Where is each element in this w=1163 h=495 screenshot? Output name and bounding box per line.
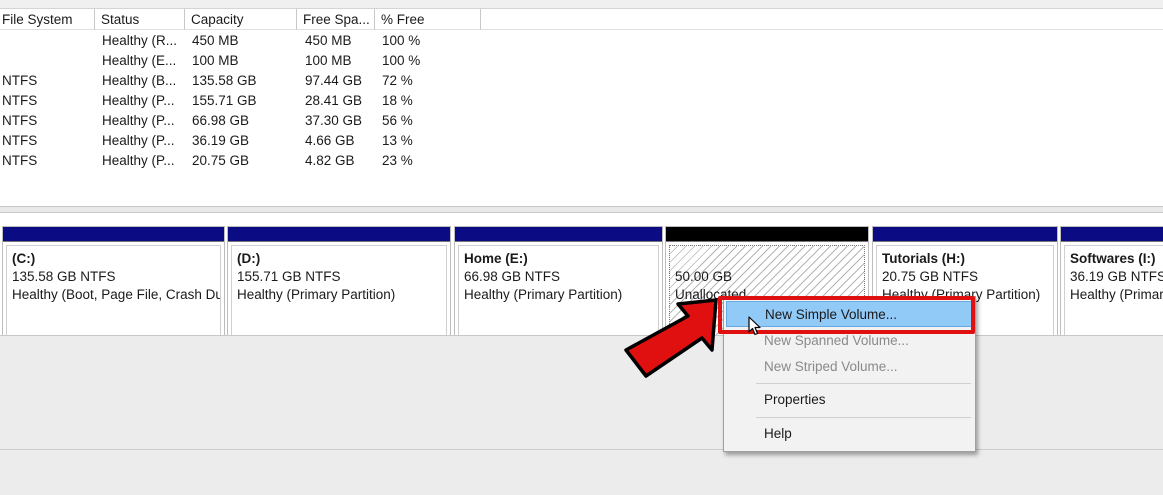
partition-name: (C:) <box>12 251 36 266</box>
cell-status: Healthy (P... <box>102 93 175 108</box>
column-header-status[interactable]: Status <box>95 9 185 30</box>
table-row[interactable]: NTFS Healthy (P... 36.19 GB 4.66 GB 13 % <box>0 131 1163 151</box>
volume-list-header: File System Status Capacity Free Spa... … <box>0 9 1163 30</box>
partition-c[interactable]: (C:) 135.58 GB NTFS Healthy (Boot, Page … <box>2 226 225 340</box>
cell-capacity: 155.71 GB <box>192 93 257 108</box>
cell-file-system: NTFS <box>2 133 38 148</box>
partition-size: 155.71 GB NTFS <box>237 269 341 284</box>
table-row[interactable]: NTFS Healthy (P... 155.71 GB 28.41 GB 18… <box>0 91 1163 111</box>
cell-percent-free: 72 % <box>382 73 413 88</box>
cell-capacity: 66.98 GB <box>192 113 250 128</box>
partition-status: Healthy (Primary Partition) <box>237 287 396 302</box>
cell-free-space: 100 MB <box>305 53 352 68</box>
partition-name: Tutorials (H:) <box>882 251 965 266</box>
unallocated-bar <box>666 227 868 242</box>
cell-free-space: 450 MB <box>305 33 352 48</box>
list-top-strip <box>0 0 1163 9</box>
partition-name: Home (E:) <box>464 251 528 266</box>
cell-capacity: 100 MB <box>192 53 239 68</box>
disk-graphical-view: (C:) 135.58 GB NTFS Healthy (Boot, Page … <box>0 213 1163 340</box>
cell-status: Healthy (E... <box>102 53 177 68</box>
cell-file-system: NTFS <box>2 73 38 88</box>
divider <box>0 449 1163 450</box>
table-row[interactable]: NTFS Healthy (P... 20.75 GB 4.82 GB 23 % <box>0 151 1163 171</box>
cell-status: Healthy (P... <box>102 113 175 128</box>
cell-capacity: 36.19 GB <box>192 133 250 148</box>
cell-percent-free: 23 % <box>382 153 413 168</box>
cell-percent-free: 100 % <box>382 53 421 68</box>
table-row[interactable]: Healthy (R... 450 MB 450 MB 100 % <box>0 31 1163 51</box>
cell-percent-free: 100 % <box>382 33 421 48</box>
partition-size: 20.75 GB NTFS <box>882 269 979 284</box>
pane-splitter[interactable] <box>0 206 1163 213</box>
volume-list: Healthy (R... 450 MB 450 MB 100 % Health… <box>0 31 1163 207</box>
partition-status: Healthy (Primar <box>1070 287 1163 302</box>
partition-info: (D:) 155.71 GB NTFS Healthy (Primary Par… <box>231 245 447 336</box>
cell-file-system: NTFS <box>2 113 38 128</box>
cell-capacity: 450 MB <box>192 33 239 48</box>
partition-bar <box>3 227 224 242</box>
partition-size: 135.58 GB NTFS <box>12 269 116 284</box>
partition-name: (D:) <box>237 251 261 266</box>
menu-item-help[interactable]: Help <box>726 421 973 447</box>
cell-capacity: 20.75 GB <box>192 153 250 168</box>
column-header-percent-free[interactable]: % Free <box>375 9 481 30</box>
column-header-free-space[interactable]: Free Spa... <box>297 9 375 30</box>
cell-free-space: 28.41 GB <box>305 93 363 108</box>
menu-item-properties[interactable]: Properties <box>726 387 973 413</box>
table-row[interactable]: NTFS Healthy (B... 135.58 GB 97.44 GB 72… <box>0 71 1163 91</box>
lower-disk-pane <box>0 335 1163 495</box>
cell-percent-free: 18 % <box>382 93 413 108</box>
partition-name: Softwares (I:) <box>1070 251 1156 266</box>
cell-capacity: 135.58 GB <box>192 73 257 88</box>
partition-size: 36.19 GB NTFS <box>1070 269 1163 284</box>
partition-info: Softwares (I:) 36.19 GB NTFS Healthy (Pr… <box>1064 245 1163 336</box>
column-header-file-system[interactable]: File System <box>0 9 95 30</box>
column-header-capacity[interactable]: Capacity <box>185 9 297 30</box>
cell-free-space: 4.82 GB <box>305 153 355 168</box>
partition-size: 50.00 GB <box>675 269 733 284</box>
cell-free-space: 4.66 GB <box>305 133 355 148</box>
cell-file-system: NTFS <box>2 153 38 168</box>
partition-size: 66.98 GB NTFS <box>464 269 561 284</box>
partition-bar <box>455 227 662 242</box>
cell-status: Healthy (P... <box>102 153 175 168</box>
partition-status: Healthy (Boot, Page File, Crash Du <box>12 287 221 302</box>
partition-bar <box>1061 227 1163 242</box>
menu-item-new-striped-volume: New Striped Volume... <box>764 359 898 374</box>
menu-separator <box>756 383 971 384</box>
partition-i[interactable]: Softwares (I:) 36.19 GB NTFS Healthy (Pr… <box>1060 226 1163 340</box>
red-arrow-icon <box>624 298 718 378</box>
cell-free-space: 97.44 GB <box>305 73 363 88</box>
partition-d[interactable]: (D:) 155.71 GB NTFS Healthy (Primary Par… <box>227 226 451 340</box>
cell-status: Healthy (R... <box>102 33 178 48</box>
cell-percent-free: 13 % <box>382 133 413 148</box>
cell-status: Healthy (P... <box>102 133 175 148</box>
partition-bar <box>228 227 450 242</box>
table-row[interactable]: NTFS Healthy (P... 66.98 GB 37.30 GB 56 … <box>0 111 1163 131</box>
cell-status: Healthy (B... <box>102 73 177 88</box>
partition-bar <box>873 227 1057 242</box>
cell-percent-free: 56 % <box>382 113 413 128</box>
menu-separator <box>756 417 971 418</box>
mouse-pointer-icon <box>748 316 761 336</box>
partition-info: (C:) 135.58 GB NTFS Healthy (Boot, Page … <box>6 245 221 336</box>
cell-free-space: 37.30 GB <box>305 113 363 128</box>
cell-file-system: NTFS <box>2 93 38 108</box>
table-row[interactable]: Healthy (E... 100 MB 100 MB 100 % <box>0 51 1163 71</box>
partition-name <box>675 250 864 268</box>
